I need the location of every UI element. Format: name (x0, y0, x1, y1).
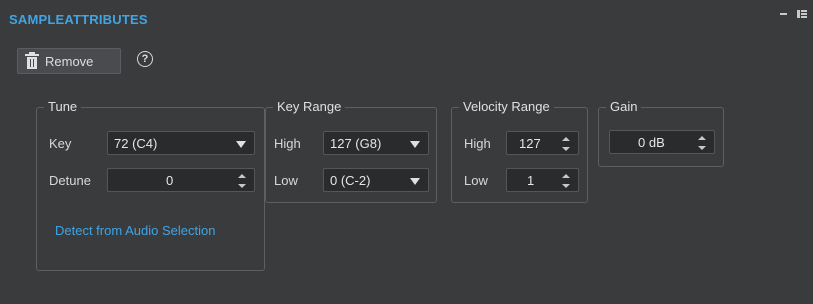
spin-arrows-icon[interactable] (562, 174, 570, 188)
spin-arrows-icon[interactable] (562, 137, 570, 151)
chevron-down-icon (410, 141, 420, 148)
help-icon[interactable]: ? (137, 51, 153, 67)
detune-spinbox[interactable]: 0 (107, 168, 255, 192)
key-high-label: High (274, 136, 301, 151)
key-range-group: Key Range High 127 (G8) Low 0 (C-2) (265, 99, 437, 203)
key-high-dropdown[interactable]: 127 (G8) (323, 131, 429, 155)
remove-button[interactable]: Remove (17, 48, 121, 74)
title-bar: SAMPLEATTRIBUTES (0, 0, 813, 32)
gain-group-title: Gain (606, 99, 642, 115)
key-low-value: 0 (C-2) (330, 173, 371, 188)
detune-value: 0 (166, 173, 174, 188)
velocity-range-group: Velocity Range High 127 Low 1 (451, 99, 588, 203)
key-dropdown[interactable]: 72 (C4) (107, 131, 255, 155)
gain-group: Gain 0 dB (598, 99, 724, 167)
key-low-label: Low (274, 173, 298, 188)
key-label: Key (49, 136, 72, 151)
panel-title: SAMPLEATTRIBUTES (9, 12, 148, 27)
menu-icon[interactable] (797, 10, 807, 18)
chevron-down-icon (236, 141, 246, 148)
velocity-high-label: High (464, 136, 491, 151)
gain-value: 0 dB (638, 135, 665, 150)
trash-icon (25, 52, 39, 69)
minimize-icon[interactable] (780, 13, 787, 15)
key-value: 72 (C4) (114, 136, 158, 151)
tune-group-title: Tune (44, 99, 82, 115)
key-range-group-title: Key Range (273, 99, 346, 115)
title-controls (780, 10, 807, 18)
key-high-value: 127 (G8) (330, 136, 382, 151)
velocity-low-label: Low (464, 173, 488, 188)
detune-label: Detune (49, 173, 91, 188)
spin-arrows-icon[interactable] (698, 136, 706, 150)
chevron-down-icon (410, 178, 420, 185)
key-low-dropdown[interactable]: 0 (C-2) (323, 168, 429, 192)
detect-from-audio-link[interactable]: Detect from Audio Selection (55, 223, 215, 238)
velocity-low-value: 1 (527, 173, 535, 188)
velocity-low-spinbox[interactable]: 1 (506, 168, 579, 192)
sample-attributes-panel: SAMPLEATTRIBUTES Remove ? Tune Key 72 (C… (0, 0, 813, 304)
velocity-high-spinbox[interactable]: 127 (506, 131, 579, 155)
remove-button-label: Remove (45, 53, 94, 69)
spin-arrows-icon[interactable] (238, 174, 246, 188)
velocity-high-value: 127 (519, 136, 541, 151)
gain-spinbox[interactable]: 0 dB (609, 130, 715, 154)
tune-group: Tune Key 72 (C4) Detune 0 Detect from Au… (36, 99, 265, 271)
toolbar: Remove ? (0, 32, 813, 90)
velocity-range-group-title: Velocity Range (459, 99, 554, 115)
